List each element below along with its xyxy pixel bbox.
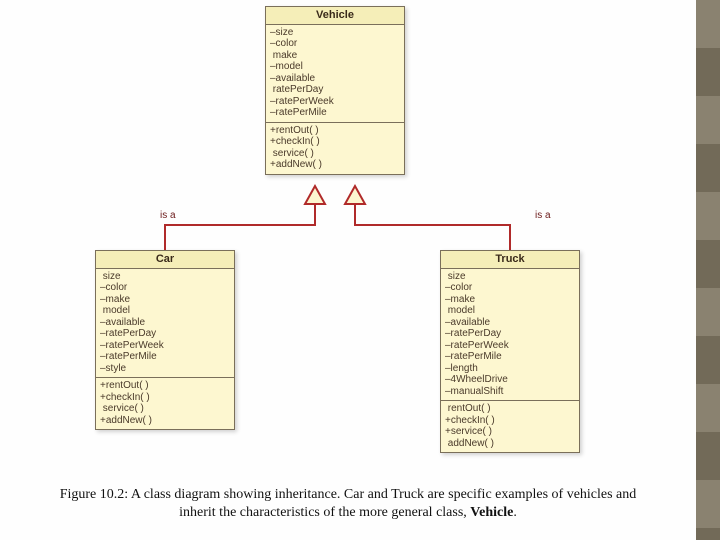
member-row: –color [270,38,400,50]
member-row: +checkIn( ) [445,415,575,427]
class-title-truck: Truck [441,251,579,269]
member-row: addNew( ) [445,438,575,450]
member-row: –model [270,61,400,73]
member-row: –manualShift [445,386,575,398]
member-row: +addNew( ) [270,159,400,171]
member-row: –color [100,282,230,294]
member-row: –size [270,27,400,39]
member-row: model [445,305,575,317]
figure-caption: Figure 10.2: A class diagram showing inh… [40,486,656,522]
member-row: ratePerDay [270,84,400,96]
member-row: +checkIn( ) [100,392,230,404]
member-row: –color [445,282,575,294]
class-methods-truck: rentOut( )+checkIn( )+service( ) addNew(… [441,401,579,452]
class-methods-car: +rentOut( )+checkIn( ) service( )+addNew… [96,378,234,429]
member-row: +checkIn( ) [270,136,400,148]
member-row: +rentOut( ) [100,380,230,392]
member-row: model [100,305,230,317]
member-row: –ratePerWeek [270,96,400,108]
class-attributes-truck: size–color–make model–available–ratePerD… [441,269,579,402]
caption-prefix: Figure 10.2: A class diagram showing inh… [60,487,637,520]
member-row: service( ) [270,148,400,160]
class-methods-vehicle: +rentOut( )+checkIn( ) service( )+addNew… [266,123,404,174]
member-row: –ratePerDay [445,328,575,340]
member-row: –ratePerWeek [445,340,575,352]
member-row: size [445,271,575,283]
class-attributes-vehicle: –size–color make–model–available ratePer… [266,25,404,123]
member-row: –ratePerWeek [100,340,230,352]
member-row: –ratePerMile [100,351,230,363]
member-row: –available [445,317,575,329]
class-box-car: Car size–color–make model–available–rate… [95,250,235,430]
member-row: –ratePerMile [445,351,575,363]
member-row: +addNew( ) [100,415,230,427]
member-row: –make [100,294,230,306]
caption-bold: Vehicle [470,505,513,520]
class-box-truck: Truck size–color–make model–available–ra… [440,250,580,453]
class-title-car: Car [96,251,234,269]
member-row: –make [445,294,575,306]
member-row: –available [270,73,400,85]
member-row: –ratePerDay [100,328,230,340]
member-row: rentOut( ) [445,403,575,415]
member-row: size [100,271,230,283]
slide-accent-stripe [696,0,720,540]
class-title-vehicle: Vehicle [266,7,404,25]
class-box-vehicle: Vehicle –size–color make–model–available… [265,6,405,175]
member-row: service( ) [100,403,230,415]
member-row: +service( ) [445,426,575,438]
member-row: –length [445,363,575,375]
isa-label-left: is a [160,210,176,221]
class-attributes-car: size–color–make model–available–ratePerD… [96,269,234,379]
member-row: –available [100,317,230,329]
member-row: –ratePerMile [270,107,400,119]
diagram-canvas: Vehicle –size–color make–model–available… [0,0,696,540]
member-row: make [270,50,400,62]
caption-suffix: . [513,505,517,520]
isa-label-right: is a [535,210,551,221]
member-row: +rentOut( ) [270,125,400,137]
member-row: –style [100,363,230,375]
member-row: –4WheelDrive [445,374,575,386]
